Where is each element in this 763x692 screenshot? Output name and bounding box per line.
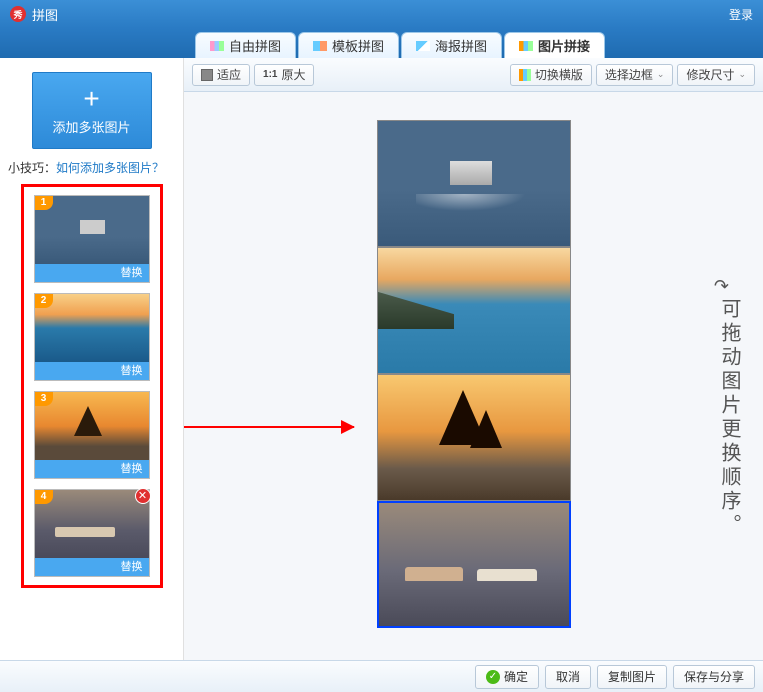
app-logo-icon: 秀 [10,6,26,22]
replace-button[interactable]: 替换 [35,460,149,478]
thumbnail-number: 1 [35,196,53,210]
chevron-down-icon: ⌄ [738,69,746,80]
plus-icon: + [83,85,99,113]
save-label: 保存与分享 [684,668,744,685]
stack-image[interactable] [377,374,571,501]
check-icon: ✓ [486,670,500,684]
thumbnail-number: 4 [35,490,53,504]
sidebar: + 添加多张图片 小技巧：如何添加多张图片？ 1 替换 2 替换 3 替换 4 … [0,58,184,660]
drag-hint-text: 可拖动图片更换顺序。 [713,298,745,538]
size-label: 修改尺寸 [686,66,734,83]
thumbnail-number: 3 [35,392,53,406]
switch-icon [519,69,531,81]
tab-label: 模板拼图 [332,36,384,55]
copy-image-button[interactable]: 复制图片 [597,665,667,689]
hint-arrow-icon: ↷ [714,276,729,297]
thumbnail-item[interactable]: 1 替换 [34,195,150,283]
tabbar: 自由拼图 模板拼图 海报拼图 图片拼接 [0,28,763,58]
close-icon[interactable]: ✕ [135,488,151,504]
titlebar: 秀 拼图 登录 [0,0,763,28]
fit-label: 适应 [217,66,241,83]
thumbnail-image: 3 [35,392,149,460]
original-size-button[interactable]: 1:1 原大 [254,64,314,86]
tip-prefix: 小技巧： [8,161,56,175]
tip-link[interactable]: 如何添加多张图片？ [56,161,164,175]
tab-free-collage[interactable]: 自由拼图 [195,32,296,58]
main-area: + 添加多张图片 小技巧：如何添加多张图片？ 1 替换 2 替换 3 替换 4 … [0,58,763,660]
thumbnail-image: 4 ✕ [35,490,149,558]
add-images-label: 添加多张图片 [52,117,130,136]
thumbnail-number: 2 [35,294,53,308]
select-border-button[interactable]: 选择边框 ⌄ [596,64,674,86]
replace-button[interactable]: 替换 [35,362,149,380]
fit-button[interactable]: 适应 [192,64,250,86]
replace-button[interactable]: 替换 [35,558,149,576]
thumbnail-item[interactable]: 4 ✕ 替换 [34,489,150,577]
one-to-one-icon: 1:1 [263,69,277,80]
original-label: 原大 [281,66,305,83]
tab-poster-collage[interactable]: 海报拼图 [401,32,502,58]
thumbnail-image: 1 [35,196,149,264]
copy-label: 复制图片 [608,668,656,685]
footer: ✓ 确定 取消 复制图片 保存与分享 [0,660,763,692]
thumbnail-list-highlight: 1 替换 2 替换 3 替换 4 ✕ 替换 [21,184,163,588]
thumbnail-image: 2 [35,294,149,362]
tip-text: 小技巧：如何添加多张图片？ [8,159,175,176]
chevron-down-icon: ⌄ [657,69,665,80]
cancel-label: 取消 [556,668,580,685]
stack-image[interactable] [377,247,571,374]
stitch-icon [519,41,533,51]
collage-icon [210,41,224,51]
canvas-toolbar: 适应 1:1 原大 切换横版 选择边框 ⌄ 修改尺寸 ⌄ [184,58,763,92]
stack-image[interactable] [377,120,571,247]
tab-template-collage[interactable]: 模板拼图 [298,32,399,58]
thumbnail-item[interactable]: 2 替换 [34,293,150,381]
template-icon [313,41,327,51]
stitched-image-stack[interactable] [377,120,571,628]
ok-label: 确定 [504,668,528,685]
tab-label: 自由拼图 [229,36,281,55]
tab-label: 图片拼接 [538,36,590,55]
thumbnail-item[interactable]: 3 替换 [34,391,150,479]
cancel-button[interactable]: 取消 [545,665,591,689]
window-title: 拼图 [32,5,58,24]
login-link[interactable]: 登录 [729,6,753,23]
stack-image-selected[interactable] [377,501,571,628]
switch-label: 切换横版 [535,66,583,83]
add-images-button[interactable]: + 添加多张图片 [32,72,152,149]
border-label: 选择边框 [605,66,653,83]
save-share-button[interactable]: 保存与分享 [673,665,755,689]
annotation-arrow [184,426,354,428]
tab-label: 海报拼图 [435,36,487,55]
replace-button[interactable]: 替换 [35,264,149,282]
modify-size-button[interactable]: 修改尺寸 ⌄ [677,64,755,86]
canvas-area: 适应 1:1 原大 切换横版 选择边框 ⌄ 修改尺寸 ⌄ ↷ 可拖动图片更换顺序。 [184,58,763,660]
poster-icon [416,41,430,51]
canvas[interactable]: ↷ 可拖动图片更换顺序。 [184,92,763,660]
ok-button[interactable]: ✓ 确定 [475,665,539,689]
fit-icon [201,69,213,81]
switch-template-button[interactable]: 切换横版 [510,64,592,86]
tab-image-stitch[interactable]: 图片拼接 [504,32,605,58]
